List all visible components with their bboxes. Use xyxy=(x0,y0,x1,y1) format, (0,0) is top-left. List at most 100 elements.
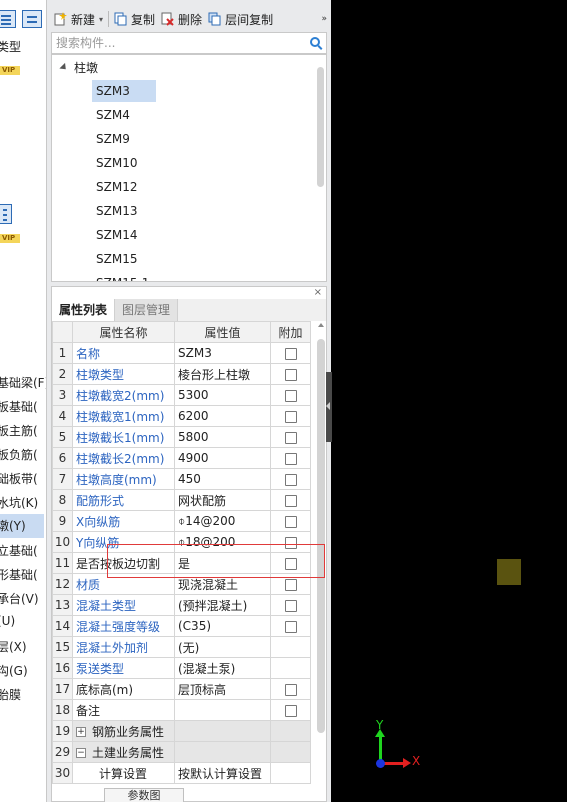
property-value[interactable]: 现浇混凝土 xyxy=(174,573,271,595)
tree-item[interactable]: SZM4 xyxy=(92,104,134,126)
tree-item[interactable]: SZM12 xyxy=(92,176,141,198)
tree-item[interactable]: SZM3 xyxy=(92,80,156,102)
property-row[interactable]: 2 柱墩类型 棱台形上柱墩 xyxy=(52,363,325,385)
expand-icon[interactable]: + xyxy=(76,727,86,737)
left-item-pile-cap[interactable]: 承台(V) xyxy=(0,590,39,607)
tree-item[interactable]: SZM14 xyxy=(92,224,141,246)
property-row[interactable]: 30 计算设置 按默认计算设置 xyxy=(52,762,325,784)
tree-item[interactable]: SZM9 xyxy=(92,128,134,150)
props-scrollbar[interactable] xyxy=(317,339,325,733)
property-row[interactable]: 18 备注 xyxy=(52,699,325,721)
extra-checkbox[interactable] xyxy=(284,683,297,696)
tree-item[interactable]: SZM10 xyxy=(92,152,141,174)
extra-checkbox[interactable] xyxy=(284,347,297,360)
property-row[interactable]: 4 柱墩截宽1(mm) 6200 xyxy=(52,405,325,427)
extra-checkbox[interactable] xyxy=(284,494,297,507)
property-value[interactable]: 网状配筋 xyxy=(174,489,271,511)
layer-copy-button[interactable]: 层间复制 xyxy=(205,8,276,30)
property-row[interactable]: 11 是否按板边切割是 xyxy=(52,552,325,574)
property-value[interactable]: 5300 xyxy=(174,384,271,406)
panel-collapse-handle[interactable] xyxy=(326,372,332,442)
property-row[interactable]: 12 材质 现浇混凝土 xyxy=(52,573,325,595)
property-value[interactable]: (混凝土泵) xyxy=(174,657,271,679)
tree-item[interactable]: SZM15 xyxy=(92,248,141,270)
extra-checkbox[interactable] xyxy=(284,578,297,591)
search-icon[interactable] xyxy=(310,37,320,47)
left-item-sump[interactable]: 水坑(K) xyxy=(0,494,38,511)
menu-icon[interactable] xyxy=(0,204,12,224)
group-row[interactable]: 19 + 钢筋业务属性 xyxy=(52,720,325,742)
property-value[interactable]: 按默认计算设置 xyxy=(174,762,271,784)
property-row[interactable]: 5 柱墩截长1(mm) 5800 xyxy=(52,426,325,448)
property-value[interactable]: 棱台形上柱墩 xyxy=(174,363,271,385)
left-item-pile[interactable]: (U) xyxy=(0,614,15,628)
extra-checkbox[interactable] xyxy=(284,368,297,381)
property-value[interactable]: 6200 xyxy=(174,405,271,427)
left-item-isolated-foundation[interactable]: 立基础( xyxy=(0,542,38,559)
property-row[interactable]: 17 底标高(m) 层顶标高 xyxy=(52,678,325,700)
scroll-up-icon[interactable] xyxy=(318,323,324,327)
tab-param-diagram[interactable]: 参数图 xyxy=(104,788,184,802)
copy-button[interactable]: 复制 xyxy=(111,8,158,30)
property-value[interactable]: ⌽14@200 xyxy=(174,510,271,532)
left-item-column-pier[interactable]: 墩(Y) xyxy=(0,514,44,538)
extra-checkbox[interactable] xyxy=(284,536,297,549)
property-value[interactable]: 5800 xyxy=(174,426,271,448)
extra-checkbox[interactable] xyxy=(284,410,297,423)
extra-checkbox[interactable] xyxy=(284,620,297,633)
property-value[interactable]: 450 xyxy=(174,468,271,490)
left-item-slab-neg-rebar[interactable]: 板负筋( xyxy=(0,446,38,463)
extra-checkbox[interactable] xyxy=(284,473,297,486)
search-input[interactable] xyxy=(52,33,302,53)
property-value[interactable] xyxy=(174,699,271,721)
left-item-slab-main-rebar[interactable]: 板主筋( xyxy=(0,422,38,439)
list-view-icon[interactable] xyxy=(0,10,16,28)
delete-button[interactable]: 删除 xyxy=(158,8,205,30)
extra-checkbox[interactable] xyxy=(284,515,297,528)
extra-checkbox[interactable] xyxy=(284,704,297,717)
group-row[interactable]: 29− 土建业务属性 xyxy=(52,741,325,763)
property-value[interactable]: (无) xyxy=(174,636,271,658)
collapse-group-icon[interactable]: − xyxy=(76,748,86,758)
property-value[interactable]: (C35) xyxy=(174,615,271,637)
property-value[interactable]: 层顶标高 xyxy=(174,678,271,700)
left-item-foundation-beam[interactable]: 基础梁(F) xyxy=(0,374,46,391)
left-item-tire-membrane[interactable]: 胎膜 xyxy=(0,686,21,703)
property-row[interactable]: 15 混凝土外加剂 (无) xyxy=(52,636,325,658)
tree-root[interactable]: 柱墩 xyxy=(59,59,98,75)
property-row[interactable]: 8 配筋形式 网状配筋 xyxy=(52,489,325,511)
new-button[interactable]: 新建 ▾ xyxy=(51,8,106,30)
left-item-type[interactable]: 类型 xyxy=(0,38,21,55)
property-value[interactable]: ⌽18@200 xyxy=(174,531,271,553)
column-pier-object[interactable] xyxy=(497,559,521,585)
left-item-trench[interactable]: 沟(G) xyxy=(0,662,28,679)
tree-item[interactable]: SZM13 xyxy=(92,200,141,222)
extra-checkbox[interactable] xyxy=(284,557,297,570)
tab-layer-management[interactable]: 图层管理 xyxy=(115,299,179,321)
property-row[interactable]: 7 柱墩高度(mm) 450 xyxy=(52,468,325,490)
grid-view-icon[interactable] xyxy=(22,10,42,28)
close-icon[interactable]: × xyxy=(314,287,322,298)
left-item-raft-foundation[interactable]: 板基础( xyxy=(0,398,38,415)
property-value[interactable]: 4900 xyxy=(174,447,271,469)
extra-checkbox[interactable] xyxy=(284,389,297,402)
left-item-slab-strip[interactable]: 础板带( xyxy=(0,470,38,487)
new-dropdown-icon[interactable]: ▾ xyxy=(99,15,103,24)
property-row[interactable]: 14 混凝土强度等级 (C35) xyxy=(52,615,325,637)
left-item-cushion[interactable]: 层(X) xyxy=(0,638,27,655)
left-item-strip-foundation[interactable]: 形基础( xyxy=(0,566,38,583)
extra-checkbox[interactable] xyxy=(284,452,297,465)
extra-checkbox[interactable] xyxy=(284,431,297,444)
tree-scrollbar[interactable] xyxy=(317,67,324,187)
property-value[interactable]: SZM3 xyxy=(174,342,271,364)
property-value[interactable]: (预拌混凝土) xyxy=(174,594,271,616)
property-row[interactable]: 3 柱墩截宽2(mm) 5300 xyxy=(52,384,325,406)
tab-property-list[interactable]: 属性列表 xyxy=(52,299,116,321)
property-row[interactable]: 16 泵送类型 (混凝土泵) xyxy=(52,657,325,679)
property-row[interactable]: 1 名称 SZM3 xyxy=(52,342,325,364)
property-row[interactable]: 9 X向纵筋 ⌽14@200 xyxy=(52,510,325,532)
drawing-viewport[interactable]: Y X xyxy=(326,0,567,802)
property-row[interactable]: 13 混凝土类型 (预拌混凝土) xyxy=(52,594,325,616)
property-value[interactable]: 是 xyxy=(174,552,271,574)
extra-checkbox[interactable] xyxy=(284,599,297,612)
